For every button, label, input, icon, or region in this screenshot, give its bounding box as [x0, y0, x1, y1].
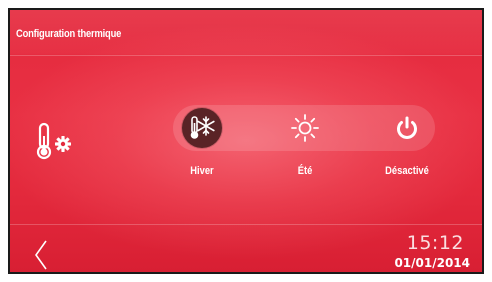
footer-divider: [10, 224, 482, 225]
mode-ete-label: Été: [297, 165, 313, 177]
power-icon: [397, 116, 417, 139]
header-divider: [10, 55, 482, 56]
mode-off-label: Désactivé: [385, 165, 429, 177]
chevron-left-icon: [35, 240, 47, 270]
mode-hiver-label: Hiver: [190, 165, 214, 177]
thermal-config-screen: Configuration thermique Hiver Été Désact…: [10, 10, 482, 272]
page-title: Configuration thermique: [16, 28, 122, 40]
clock-date: 01/01/2014: [394, 256, 470, 270]
mode-ete-button[interactable]: [282, 105, 328, 151]
clock-time: 15:12: [406, 232, 464, 254]
sun-icon: [291, 114, 319, 142]
mode-off-button[interactable]: [384, 105, 430, 151]
back-button[interactable]: [30, 238, 54, 272]
snowflake-thermometer-icon: [190, 116, 215, 139]
title-bar: Configuration thermique: [10, 10, 482, 54]
mode-hiver-button[interactable]: [179, 105, 225, 151]
thermometer-settings-icon[interactable]: [34, 122, 74, 162]
